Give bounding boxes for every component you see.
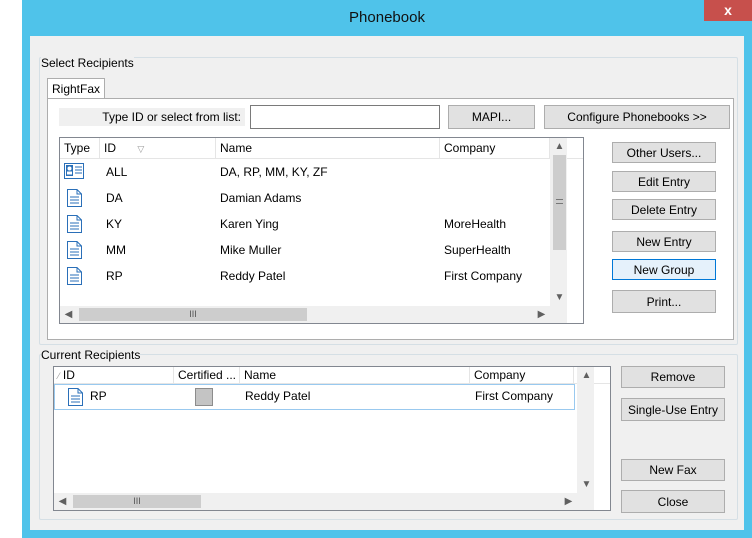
new-group-button[interactable]: New Group: [612, 259, 716, 280]
row-id: RP: [90, 389, 107, 403]
row-name: Karen Ying: [220, 217, 279, 231]
scroll-corner: [577, 493, 594, 510]
column-id-label: ID: [62, 368, 75, 382]
dialog-client-area: Select Recipients RightFax Type ID or se…: [30, 36, 744, 530]
row-name: Reddy Patel: [220, 269, 286, 283]
current-vertical-scrollbar[interactable]: ▲ ▼: [577, 367, 594, 493]
new-entry-button[interactable]: New Entry: [612, 231, 716, 252]
remove-button[interactable]: Remove: [621, 366, 725, 388]
row-company: First Company: [444, 269, 523, 283]
phonebook-horizontal-scrollbar[interactable]: ◀ III ▶: [60, 306, 550, 323]
new-fax-button[interactable]: New Fax: [621, 459, 725, 481]
row-company: MoreHealth: [444, 217, 507, 231]
scroll-left-arrow-icon[interactable]: ◀: [60, 306, 77, 323]
single-use-entry-button[interactable]: Single-Use Entry: [621, 398, 725, 421]
horizontal-scroll-thumb[interactable]: III: [79, 308, 307, 321]
mapi-button[interactable]: MAPI...: [448, 105, 535, 129]
scroll-down-arrow-icon[interactable]: ▼: [578, 476, 595, 493]
row-name: DA, RP, MM, KY, ZF: [220, 165, 328, 179]
title-bar[interactable]: Phonebook x: [22, 0, 752, 36]
other-users-button[interactable]: Other Users...: [612, 142, 716, 163]
row-id: KY: [106, 217, 123, 231]
column-company[interactable]: Company: [440, 138, 550, 158]
row-id: DA: [106, 191, 123, 205]
phonebook-vertical-scrollbar[interactable]: ▲ ▼: [550, 138, 567, 306]
type-id-input[interactable]: [250, 105, 440, 129]
delete-entry-button[interactable]: Delete Entry: [612, 199, 716, 220]
list-item[interactable]: KY Karen Ying MoreHealth: [60, 211, 550, 237]
document-icon: [67, 241, 82, 259]
row-id: RP: [106, 269, 123, 283]
column-company[interactable]: Company: [470, 367, 574, 383]
column-id[interactable]: ID ▽: [100, 138, 216, 158]
list-item[interactable]: DA Damian Adams: [60, 185, 550, 211]
type-id-label: Type ID or select from list:: [59, 108, 245, 126]
scroll-down-arrow-icon[interactable]: ▼: [551, 289, 568, 306]
horizontal-scroll-thumb[interactable]: III: [73, 495, 201, 508]
column-certified[interactable]: Certified ...: [174, 367, 240, 383]
column-name[interactable]: Name: [240, 367, 470, 383]
document-icon: [67, 267, 82, 285]
print-button[interactable]: Print...: [612, 290, 716, 313]
certified-checkbox[interactable]: [195, 388, 213, 406]
scroll-up-arrow-icon[interactable]: ▲: [578, 367, 595, 384]
list-item[interactable]: RP Reddy Patel First Company: [60, 263, 550, 289]
sort-arrow-icon: ▽: [137, 144, 145, 154]
row-name: Mike Muller: [220, 243, 282, 257]
tab-rightfax[interactable]: RightFax: [47, 78, 105, 99]
document-icon: [67, 189, 82, 207]
group-icon: [64, 163, 84, 179]
current-recipients-list[interactable]: ⁄ ID Certified ... Name Company RP Reddy…: [53, 366, 611, 511]
row-company: SuperHealth: [444, 243, 511, 257]
current-list-header: ⁄ ID Certified ... Name Company: [54, 367, 610, 384]
current-horizontal-scrollbar[interactable]: ◀ III ▶: [54, 493, 577, 510]
column-id-label: ID: [104, 141, 116, 155]
document-icon: [68, 388, 83, 406]
scroll-right-arrow-icon[interactable]: ▶: [533, 306, 550, 323]
scroll-up-arrow-icon[interactable]: ▲: [551, 138, 568, 155]
list-item[interactable]: ALL DA, RP, MM, KY, ZF: [60, 159, 550, 185]
column-type[interactable]: Type: [60, 138, 100, 158]
sort-arrow-icon: ⁄: [58, 371, 60, 381]
phonebook-list-header: Type ID ▽ Name Company: [60, 138, 583, 159]
row-name: Damian Adams: [220, 191, 302, 205]
close-window-button[interactable]: x: [704, 0, 752, 21]
table-row[interactable]: RP Reddy Patel First Company: [54, 384, 575, 410]
grip-icon: [556, 199, 563, 204]
column-id[interactable]: ⁄ ID: [54, 367, 174, 383]
edit-entry-button[interactable]: Edit Entry: [612, 171, 716, 192]
configure-phonebooks-button[interactable]: Configure Phonebooks >>: [544, 105, 730, 129]
window-title: Phonebook: [349, 9, 425, 26]
scroll-right-arrow-icon[interactable]: ▶: [560, 493, 577, 510]
phonebook-list[interactable]: Type ID ▽ Name Company ALL DA, RP, MM, K…: [59, 137, 584, 324]
row-company: First Company: [475, 389, 554, 403]
document-icon: [67, 215, 82, 233]
column-name[interactable]: Name: [216, 138, 440, 158]
scroll-left-arrow-icon[interactable]: ◀: [54, 493, 71, 510]
phonebook-window: Phonebook x Select Recipients RightFax T…: [22, 0, 752, 538]
scroll-corner: [550, 306, 567, 323]
select-recipients-label: Select Recipients: [41, 56, 134, 70]
row-id: ALL: [106, 165, 128, 179]
row-id: MM: [106, 243, 126, 257]
vertical-scroll-thumb[interactable]: [553, 155, 566, 250]
close-button[interactable]: Close: [621, 490, 725, 513]
current-recipients-label: Current Recipients: [41, 348, 141, 362]
list-item[interactable]: MM Mike Muller SuperHealth: [60, 237, 550, 263]
rightfax-tab-panel: Type ID or select from list: MAPI... Con…: [47, 98, 734, 340]
row-name: Reddy Patel: [245, 389, 311, 403]
